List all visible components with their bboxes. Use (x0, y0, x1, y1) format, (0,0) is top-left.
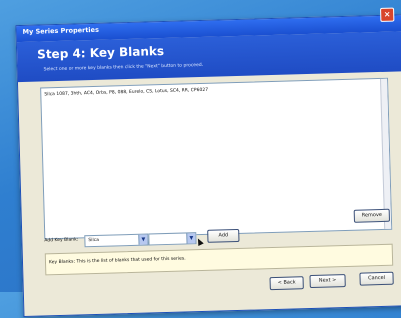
mouse-cursor-icon (195, 237, 204, 247)
close-button[interactable]: × (380, 7, 395, 22)
key-blank-list[interactable]: Silca 1087, 3hth, AC4, Orbs, P8, 088, Eu… (40, 77, 393, 240)
window-title: My Series Properties (22, 25, 100, 36)
step-title: Step 4: Key Blanks (37, 43, 165, 62)
list-item[interactable]: Silca 1087, 3hth, AC4, Orbs, P8, 088, Eu… (44, 88, 208, 98)
chevron-down-icon[interactable]: ▼ (138, 234, 148, 245)
manufacturer-value: Silca (88, 237, 100, 244)
close-icon: × (383, 9, 391, 19)
list-scrollbar[interactable] (380, 78, 392, 229)
cancel-button[interactable]: Cancel (359, 271, 394, 286)
manufacturer-select[interactable]: Silca ▼ (84, 233, 149, 248)
chevron-down-icon[interactable]: ▼ (186, 233, 196, 244)
screen: My Series Properties × Step 4: Key Blank… (0, 0, 401, 318)
add-key-blank-label: Add Key Blank: (44, 237, 79, 244)
remove-button[interactable]: Remove (353, 208, 391, 223)
series-properties-dialog: My Series Properties × Step 4: Key Blank… (15, 7, 401, 318)
info-panel: Key Blanks: This is the list of blanks t… (44, 243, 394, 276)
next-button[interactable]: Next > (309, 274, 346, 289)
add-button[interactable]: Add (207, 228, 240, 243)
back-button[interactable]: < Back (269, 276, 304, 291)
step-description: Select one or more key blanks then click… (43, 62, 204, 73)
info-text: Key Blanks: This is the list of blanks t… (48, 256, 186, 266)
blank-select[interactable]: ▼ (148, 232, 197, 246)
